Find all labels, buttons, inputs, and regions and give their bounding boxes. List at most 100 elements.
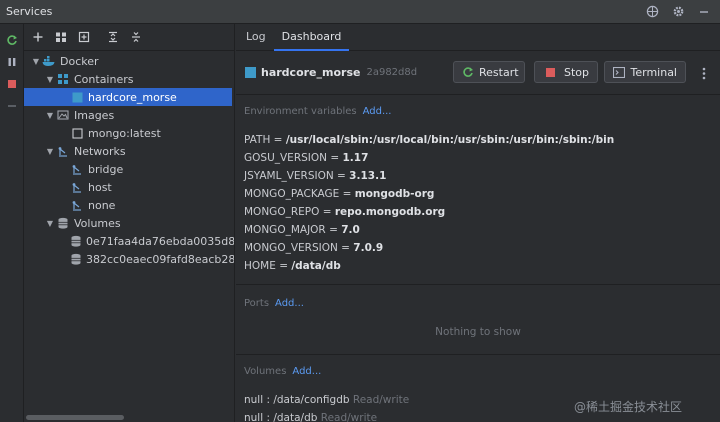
network-icon <box>70 163 84 175</box>
group-icon[interactable] <box>53 29 69 45</box>
env-key: MONGO_REPO = <box>244 206 335 218</box>
tree-item-images[interactable]: ▼ Images <box>24 106 234 124</box>
env-value: repo.mongodb.org <box>334 206 446 218</box>
tree-item-label: bridge <box>88 162 124 176</box>
docker-icon <box>42 55 56 67</box>
volume-row: null : /data/db Read/write <box>244 412 377 422</box>
tree-item-volumes[interactable]: ▼ Volumes <box>24 214 234 232</box>
env-value: 3.13.1 <box>349 170 387 182</box>
env-var: PATH = /usr/local/sbin:/usr/local/bin:/u… <box>244 134 614 146</box>
restart-icon <box>462 64 474 80</box>
separator-icon <box>4 98 20 114</box>
services-toolbar <box>0 24 24 422</box>
stop-square-icon <box>543 64 559 80</box>
tool-window-header: Services <box>0 0 720 24</box>
container-icon <box>70 91 84 103</box>
env-var: MONGO_VERSION = 7.0.9 <box>244 242 383 254</box>
globe-icon[interactable] <box>644 4 660 20</box>
tree-item-volume[interactable]: 0e71faa4da76ebda0035d83b6 <box>24 232 234 250</box>
tree-item-label: none <box>88 198 116 212</box>
env-key: GOSU_VERSION = <box>244 152 343 164</box>
volumes-add-link[interactable]: Add... <box>292 366 321 377</box>
env-value: 7.0.9 <box>353 242 384 254</box>
window-title: Services <box>6 5 53 18</box>
chevron-down-icon[interactable]: ▼ <box>30 57 42 66</box>
tree-item-network[interactable]: none <box>24 196 234 214</box>
env-key: MONGO_PACKAGE = <box>244 188 355 200</box>
terminal-button[interactable]: Terminal <box>604 61 686 83</box>
volume-icon <box>70 235 82 247</box>
tree-item-label: hardcore_morse <box>88 90 177 104</box>
env-var: JSYAML_VERSION = 3.13.1 <box>244 170 386 182</box>
tree-toolbar <box>24 24 234 51</box>
restart-button[interactable]: Restart <box>453 61 525 83</box>
env-var: MONGO_REPO = repo.mongodb.org <box>244 206 445 218</box>
tree-item-containers[interactable]: ▼ Containers <box>24 70 234 88</box>
rerun-icon[interactable] <box>4 32 20 48</box>
env-key: MONGO_VERSION = <box>244 242 354 254</box>
more-icon[interactable] <box>696 65 712 81</box>
chevron-down-icon[interactable]: ▼ <box>44 147 56 156</box>
restart-label: Restart <box>479 65 519 79</box>
terminal-icon <box>613 64 626 80</box>
env-var: HOME = /data/db <box>244 260 341 272</box>
pause-icon[interactable] <box>4 54 20 70</box>
horizontal-scrollbar[interactable] <box>26 415 124 420</box>
tree-item-network[interactable]: host <box>24 178 234 196</box>
tree-item-image[interactable]: mongo:latest <box>24 124 234 142</box>
network-icon <box>70 199 84 211</box>
tree-item-label: Containers <box>74 72 134 86</box>
network-icon <box>70 181 84 193</box>
terminal-label: Terminal <box>630 65 678 79</box>
tab-log[interactable]: Log <box>238 30 274 50</box>
env-value: mongodb-org <box>354 188 435 200</box>
add-icon[interactable] <box>30 29 46 45</box>
env-var: GOSU_VERSION = 1.17 <box>244 152 368 164</box>
tab-bar: Log Dashboard <box>236 24 720 51</box>
volumes-section-label: Volumes Add... <box>244 366 321 377</box>
chevron-down-icon[interactable]: ▼ <box>44 219 56 228</box>
new-tab-icon[interactable] <box>76 29 92 45</box>
tree-item-container-selected[interactable]: hardcore_morse <box>24 88 232 106</box>
env-add-link[interactable]: Add... <box>363 106 392 117</box>
ports-add-link[interactable]: Add... <box>275 298 304 309</box>
env-value: 1.17 <box>342 152 369 164</box>
volumes-title: Volumes <box>244 366 287 377</box>
stop-button[interactable]: Stop <box>534 61 598 83</box>
chevron-down-icon[interactable]: ▼ <box>44 111 56 120</box>
tree-item-label: Docker <box>60 54 99 68</box>
tree-item-volume[interactable]: 382cc0eaec09fafd8eacb280ba <box>24 250 234 268</box>
env-value: 7.0 <box>341 224 360 236</box>
section-divider <box>236 94 720 95</box>
env-value: /usr/local/sbin:/usr/local/bin:/usr/sbin… <box>285 134 615 146</box>
collapse-all-icon[interactable] <box>128 29 144 45</box>
network-icon <box>56 145 70 157</box>
volume-icon <box>56 217 70 229</box>
tree-item-label: 382cc0eaec09fafd8eacb280ba <box>86 252 235 266</box>
stop-icon[interactable] <box>4 76 20 92</box>
env-key: PATH = <box>244 134 286 146</box>
env-title: Environment variables <box>244 106 357 117</box>
tree-item-label: 0e71faa4da76ebda0035d83b6 <box>86 234 235 248</box>
ports-title: Ports <box>244 298 270 309</box>
dashboard-panel: Log Dashboard hardcore_morse 2a982d8d Re… <box>236 24 720 422</box>
tab-dashboard[interactable]: Dashboard <box>273 30 350 51</box>
volume-mode: Read/write <box>320 412 378 422</box>
tree-item-label: host <box>88 180 112 194</box>
gear-icon[interactable] <box>670 4 686 20</box>
tree-item-networks[interactable]: ▼ Networks <box>24 142 234 160</box>
container-id: 2a982d8d <box>366 66 418 78</box>
volume-row: null : /data/configdb Read/write <box>244 394 409 406</box>
tree-item-label: Volumes <box>74 216 121 230</box>
services-tree-panel: ▼ Docker ▼ Containers hardcore_morse ▼ I… <box>24 24 235 422</box>
tree-item-docker[interactable]: ▼ Docker <box>24 52 234 70</box>
ports-empty-state: Nothing to show <box>435 326 521 338</box>
section-divider <box>236 284 720 285</box>
tree-item-network[interactable]: bridge <box>24 160 234 178</box>
env-var: MONGO_MAJOR = 7.0 <box>244 224 360 236</box>
minimize-icon[interactable] <box>696 4 712 20</box>
folder-icon <box>56 73 70 85</box>
expand-all-icon[interactable] <box>105 29 121 45</box>
env-key: MONGO_MAJOR = <box>244 224 342 236</box>
chevron-down-icon[interactable]: ▼ <box>44 75 56 84</box>
